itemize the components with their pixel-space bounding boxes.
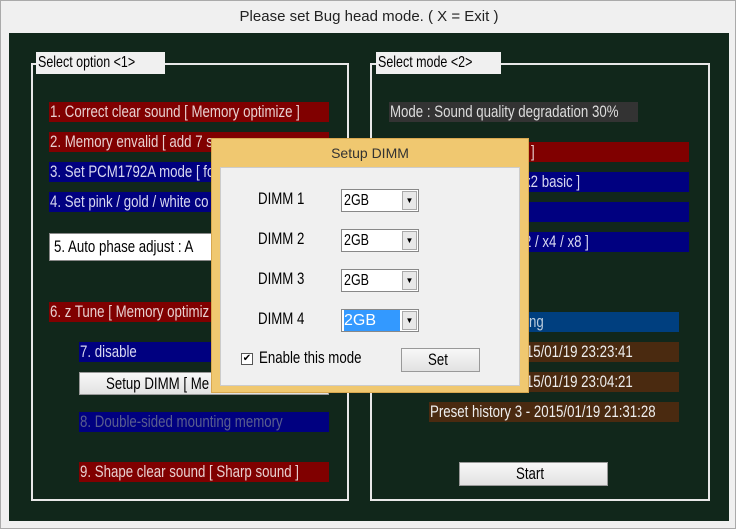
dimm-2-label: DIMM 2 bbox=[258, 229, 305, 248]
enable-mode-checkbox[interactable]: ✔ bbox=[241, 353, 253, 365]
dimm-3-label: DIMM 3 bbox=[258, 269, 305, 288]
start-button[interactable]: Start bbox=[459, 462, 608, 486]
dimm-4-select[interactable]: 2GB ▼ bbox=[341, 309, 419, 332]
dimm-4-label: DIMM 4 bbox=[258, 309, 305, 328]
set-button[interactable]: Set bbox=[401, 348, 480, 372]
preset-history-3[interactable]: Preset history 3 - 2015/01/19 21:31:28 bbox=[429, 402, 679, 422]
chevron-down-icon: ▼ bbox=[402, 271, 417, 290]
chevron-down-icon: ▼ bbox=[402, 191, 417, 210]
window-title: Please set Bug head mode. ( X = Exit ) bbox=[239, 8, 499, 25]
mode-status: Mode : Sound quality degradation 30% bbox=[389, 102, 638, 122]
dialog-title: Setup DIMM bbox=[331, 145, 409, 161]
dimm-3-select[interactable]: 2GB ▼ bbox=[341, 269, 419, 292]
setup-dimm-dialog: Setup DIMM DIMM 1 2GB ▼ DIMM 2 2GB ▼ DIMM … bbox=[211, 138, 529, 393]
enable-mode-label: Enable this mode bbox=[259, 348, 362, 367]
chevron-down-icon: ▼ bbox=[402, 311, 417, 330]
option-1[interactable]: 1. Correct clear sound [ Memory optimize… bbox=[49, 102, 329, 122]
select-mode-label: Select mode <2> bbox=[378, 54, 473, 71]
dimm-2-select[interactable]: 2GB ▼ bbox=[341, 229, 419, 252]
select-option-label: Select option <1> bbox=[38, 54, 136, 71]
chevron-down-icon: ▼ bbox=[402, 231, 417, 250]
dimm-1-select[interactable]: 2GB ▼ bbox=[341, 189, 419, 212]
option-9-shape[interactable]: 9. Shape clear sound [ Sharp sound ] bbox=[79, 462, 329, 482]
dimm-1-label: DIMM 1 bbox=[258, 189, 305, 208]
option-8-double-sided[interactable]: 8. Double-sided mounting memory bbox=[79, 412, 329, 432]
